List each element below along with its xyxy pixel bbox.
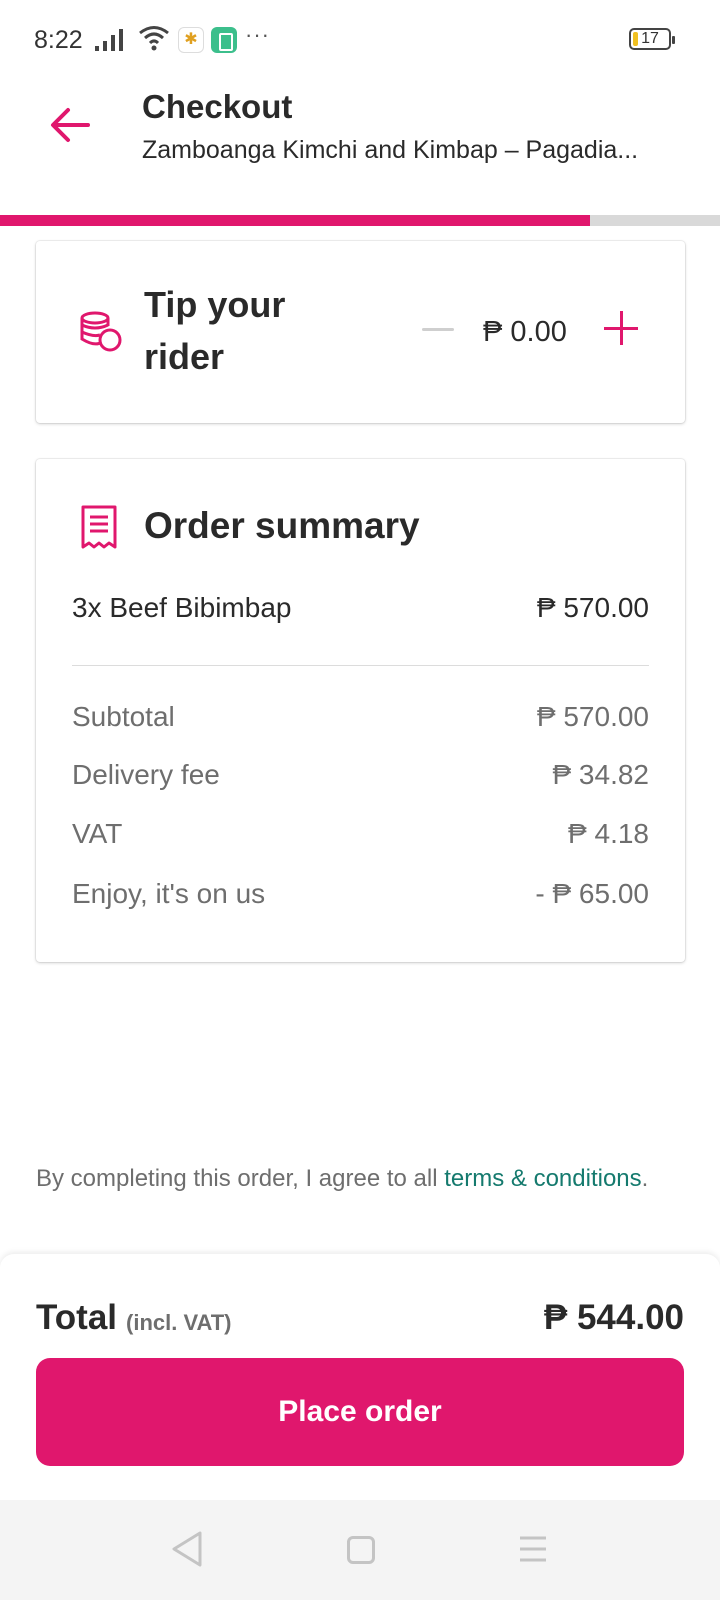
tip-increase-button[interactable] xyxy=(604,311,640,347)
photos-app-icon: ✱ xyxy=(178,27,204,53)
page-title: Checkout xyxy=(142,88,293,125)
delivery-fee-label: Delivery fee xyxy=(72,759,220,790)
nav-menu-icon[interactable] xyxy=(518,1534,548,1564)
order-summary-title: Order summary xyxy=(144,505,420,546)
status-time: 8:22 xyxy=(34,26,83,54)
subtotal-label: Subtotal xyxy=(72,701,175,732)
restaurant-name: Zamboanga Kimchi and Kimbap – Pagadia... xyxy=(142,136,639,164)
terms-text: By completing this order, I agree to all xyxy=(36,1165,445,1192)
summary-divider xyxy=(72,665,649,666)
order-item-name: 3x Beef Bibimbap xyxy=(72,592,292,623)
tip-amount: ₱ 0.00 xyxy=(483,316,567,348)
more-notifications-icon: ··· xyxy=(245,22,270,47)
terms-notice: By completing this order, I agree to all… xyxy=(36,1163,676,1195)
battery-icon: 17 xyxy=(629,28,675,50)
tip-label: Tip your rider xyxy=(144,284,286,377)
vat-value: ₱ 4.18 xyxy=(568,818,649,849)
total-value: ₱ 544.00 xyxy=(543,1298,684,1337)
back-button[interactable] xyxy=(46,100,96,150)
status-bar: 8:22 ✱ ··· 17 xyxy=(0,0,720,80)
app-notification-icon xyxy=(211,27,237,53)
tip-decrease-button[interactable] xyxy=(422,313,454,345)
place-order-button[interactable]: Place order xyxy=(36,1358,684,1466)
receipt-icon xyxy=(81,505,117,549)
vat-label: VAT xyxy=(72,818,123,849)
total-vat-note: (incl. VAT) xyxy=(126,1310,232,1335)
checkout-footer: Total (incl. VAT) ₱ 544.00 Place order xyxy=(0,1254,720,1500)
discount-value: - ₱ 65.00 xyxy=(535,878,649,909)
order-item-price: ₱ 570.00 xyxy=(536,592,649,623)
coins-icon xyxy=(80,311,122,352)
discount-label: Enjoy, it's on us xyxy=(72,878,266,909)
checkout-progress-bar xyxy=(0,215,720,226)
signal-icon xyxy=(95,29,123,51)
total-label: Total xyxy=(36,1298,118,1337)
tip-card: Tip your rider ₱ 0.00 xyxy=(36,241,685,423)
terms-link[interactable]: terms & conditions xyxy=(444,1165,641,1192)
progress-fill xyxy=(0,215,591,226)
wifi-icon xyxy=(139,26,169,51)
arrow-left-icon xyxy=(51,108,90,142)
order-summary-card: Order summary 3x Beef Bibimbap ₱ 570.00 … xyxy=(36,459,685,962)
subtotal-value: ₱ 570.00 xyxy=(536,701,649,732)
terms-end: . xyxy=(641,1165,649,1192)
system-nav-bar xyxy=(0,1500,720,1600)
delivery-fee-value: ₱ 34.82 xyxy=(552,759,649,790)
nav-back-icon[interactable] xyxy=(170,1530,204,1568)
nav-home-icon[interactable] xyxy=(347,1536,375,1564)
